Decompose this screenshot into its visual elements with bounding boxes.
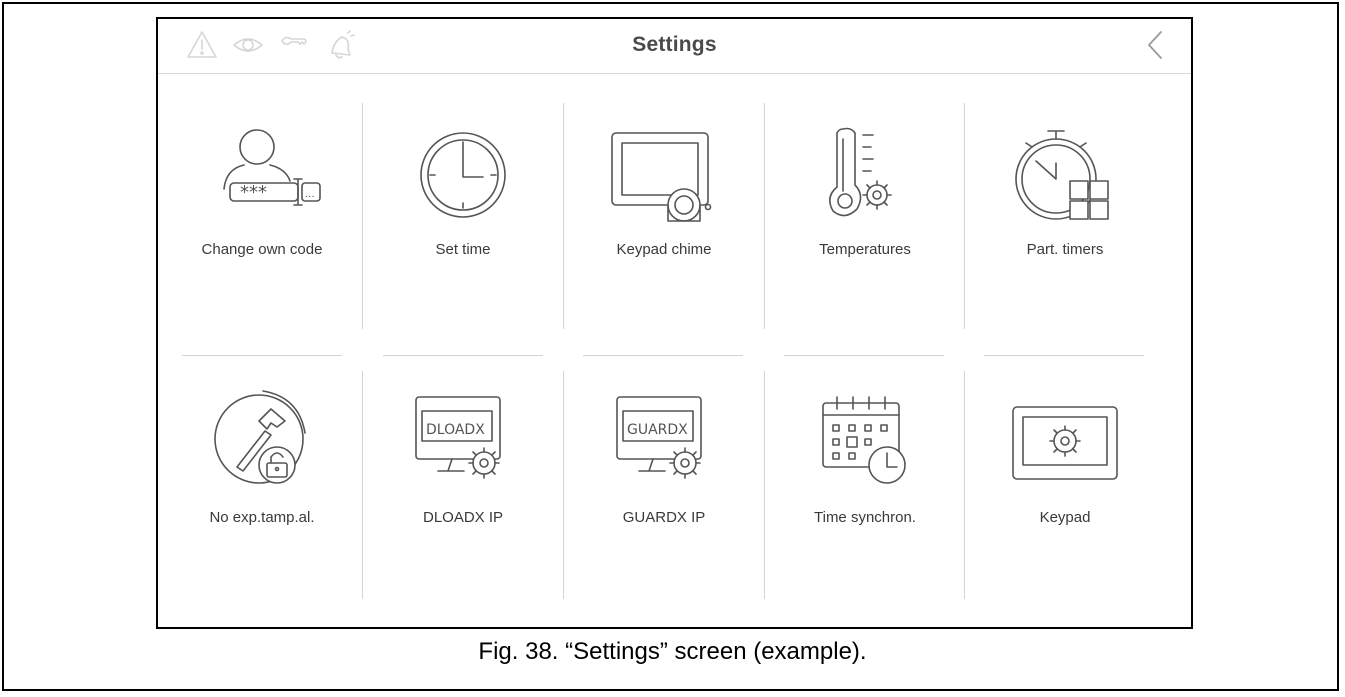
hammer-lock-icon (214, 390, 306, 484)
keypad-chime-icon (611, 132, 712, 222)
tile-guardx-ip[interactable]: GUARDX GUARDX IP (564, 337, 764, 567)
tile-no-exp-tamp-al[interactable]: No exp.tamp.al. (162, 337, 362, 567)
tile-label: Set time (435, 241, 491, 258)
tile-temperatures[interactable]: Temperatures (765, 69, 965, 299)
calendar-clock-icon (822, 396, 906, 484)
chevron-left-icon (1148, 31, 1162, 59)
tile-label: Time synchron. (814, 509, 916, 526)
monitor-gear-icon: GUARDX (616, 396, 702, 479)
tile-change-own-code[interactable]: *** ... Change own code (162, 69, 362, 299)
tile-time-synchron[interactable]: Time synchron. (765, 337, 965, 567)
user-code-icon: *** ... (223, 129, 321, 206)
back-button[interactable] (1141, 29, 1171, 61)
tile-label: Part. timers (1026, 241, 1104, 258)
tile-keypad-chime[interactable]: Keypad chime (564, 69, 764, 299)
monitor-screen-text: DLOADX (426, 422, 485, 438)
svg-text:...: ... (305, 189, 315, 200)
tile-dloadx-ip[interactable]: DLOADX DLOADX IP (363, 337, 563, 567)
screen-header: Settings (158, 19, 1191, 74)
clock-icon (420, 132, 506, 218)
tile-label: GUARDX IP (622, 509, 706, 526)
thermometer-gear-icon (829, 127, 892, 217)
figure-caption: Fig. 38. “Settings” screen (example). (478, 638, 867, 665)
tile-set-time[interactable]: Set time (363, 69, 563, 299)
keypad-gear-icon (1012, 406, 1118, 480)
svg-text:***: *** (240, 182, 267, 203)
tile-keypad[interactable]: Keypad (965, 337, 1165, 567)
monitor-screen-text: GUARDX (627, 422, 688, 438)
tile-label: Change own code (201, 241, 323, 258)
tile-label: DLOADX IP (422, 509, 504, 526)
tile-label: Keypad (1039, 509, 1091, 526)
stopwatch-grid-icon (1015, 130, 1109, 220)
tile-label: No exp.tamp.al. (209, 509, 315, 526)
tile-label: Keypad chime (616, 241, 712, 258)
monitor-gear-icon: DLOADX (415, 396, 501, 479)
tile-part-timers[interactable]: Part. timers (965, 69, 1165, 299)
tile-label: Temperatures (819, 241, 911, 258)
settings-screen: Settings *** ... Change own code Set tim… (156, 17, 1193, 629)
page-title: Settings (632, 33, 717, 56)
